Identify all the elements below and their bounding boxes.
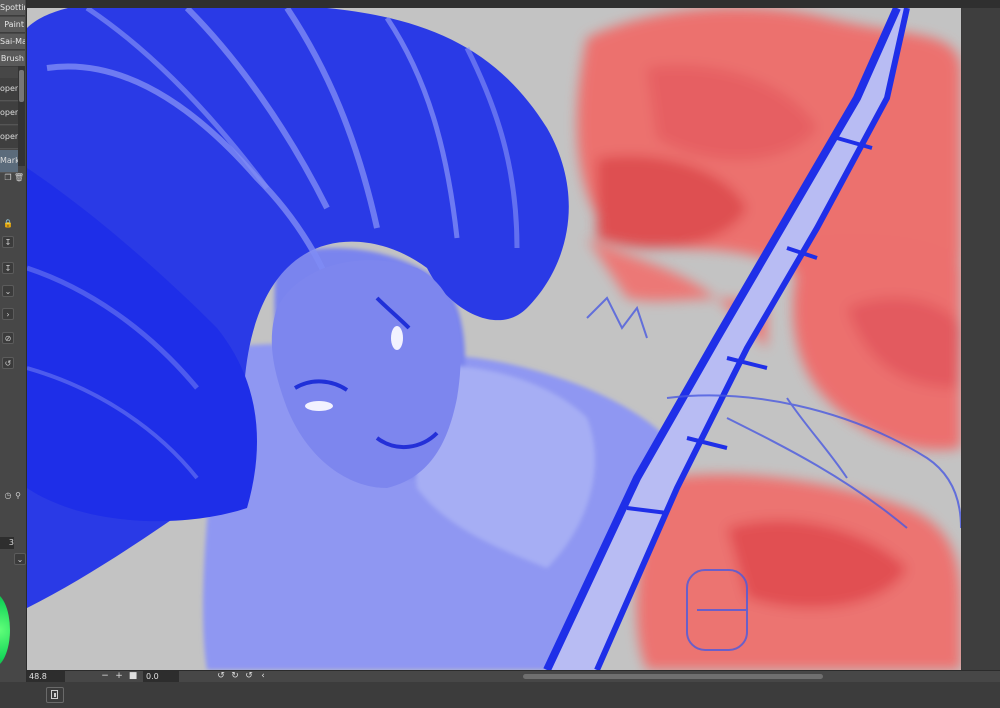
zoom-field[interactable]: 48.8 <box>27 671 65 682</box>
fit-view-icon[interactable]: ■ <box>128 671 138 682</box>
color-wheel[interactable] <box>0 592 10 668</box>
swirl-icon[interactable]: ↺ <box>2 357 14 369</box>
zoom-in-icon[interactable]: + <box>114 671 124 682</box>
brush-list-item[interactable]: open <box>0 78 18 101</box>
trash-icon[interactable]: 🗑 <box>13 172 25 184</box>
horizontal-scrollbar[interactable] <box>523 674 823 679</box>
brush-list-item-selected[interactable]: Marker <box>0 150 18 173</box>
canvas-artwork <box>27 8 961 670</box>
subtool-tab-spotting[interactable]: Spotting <box>0 0 25 16</box>
lock-icon[interactable]: 🔒 <box>2 218 14 230</box>
chevron-down-icon[interactable]: ⌄ <box>2 285 14 297</box>
flip-horizontal-icon[interactable]: ‹ <box>258 671 268 682</box>
bottom-toolbar <box>0 682 1000 708</box>
brush-list-item[interactable]: open <box>0 102 18 125</box>
canvas-margin <box>962 8 1000 670</box>
size-value[interactable]: 3 <box>0 537 14 549</box>
rotation-field[interactable]: 0.0 <box>143 671 179 682</box>
chevron-down-icon[interactable]: ⌄ <box>14 553 26 565</box>
subtool-tab-paint[interactable]: Paint <box>0 17 25 33</box>
pen-pressure-icon[interactable]: ↧ <box>2 262 14 274</box>
zoom-out-icon[interactable]: − <box>100 671 110 682</box>
brush-list-item[interactable]: open <box>0 126 18 149</box>
subtool-tab-sai-marker[interactable]: Sai-Marker <box>0 34 25 50</box>
subtool-tab-brush[interactable]: Brush <box>0 51 25 67</box>
rotate-left-icon[interactable]: ↺ <box>216 671 226 682</box>
drawing-canvas[interactable] <box>27 8 961 670</box>
sub-tool-panel: Spotting Paint Sai-Marker Brush open ope… <box>0 0 27 708</box>
pen-pressure-icon[interactable]: ↧ <box>2 236 14 248</box>
top-bar <box>0 0 1000 8</box>
scrollbar-thumb[interactable] <box>19 70 24 102</box>
reset-rotation-icon[interactable]: ↺ <box>244 671 254 682</box>
search-icon[interactable]: ⚲ <box>12 490 24 502</box>
no-entry-icon[interactable]: ⊘ <box>2 332 14 344</box>
rotate-right-icon[interactable]: ↻ <box>230 671 240 682</box>
status-bar: 48.8 − + ■ 0.0 ↺ ↻ ↺ ‹ <box>27 670 1000 682</box>
chevron-right-icon[interactable]: › <box>2 308 14 320</box>
navigator-icon[interactable] <box>46 687 64 703</box>
